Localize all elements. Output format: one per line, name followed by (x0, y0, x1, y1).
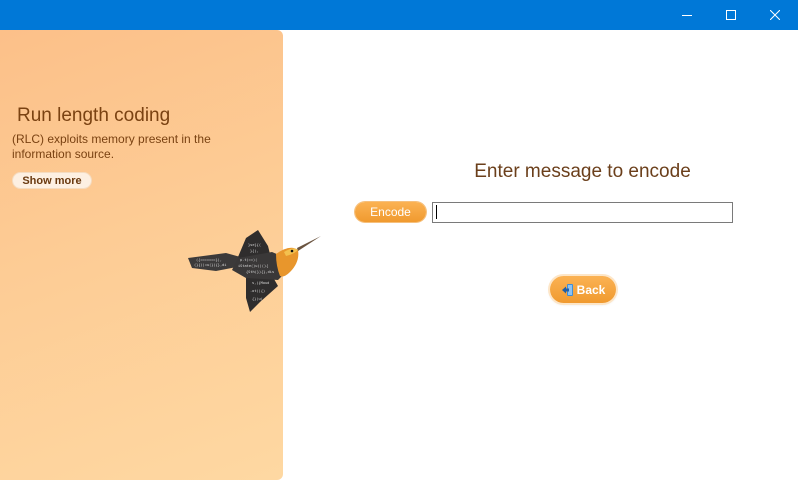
minimize-button[interactable] (664, 0, 710, 30)
hummingbird-illustration: ({=======}), (}{()=u(}){},di p.t(==)( iS… (188, 230, 321, 312)
svg-text:iState()u()(){: iState()u()(){ (238, 264, 268, 268)
back-label: Back (576, 282, 606, 297)
encode-button[interactable]: Encode (355, 202, 426, 222)
panel-description: (RLC) exploits memory present in the inf… (12, 132, 211, 161)
svg-text:p.t(==)(: p.t(==)( (240, 258, 257, 262)
maximize-button[interactable] (708, 0, 754, 30)
maximize-icon (726, 10, 736, 20)
svg-text:}se}{(: }se}{( (248, 243, 261, 247)
back-button[interactable]: Back (550, 276, 616, 303)
show-more-button[interactable]: Show more (12, 172, 92, 189)
close-button[interactable] (752, 0, 798, 30)
svg-text:s,){Moud: s,){Moud (252, 281, 269, 285)
svg-text:(}{()=u(}){},di: (}{()=u(}){},di (194, 263, 226, 267)
title-bar (0, 0, 798, 30)
svg-text:{Sth(}){},dis: {Sth(}){},dis (246, 270, 274, 274)
minimize-icon (682, 15, 692, 16)
form-heading: Enter message to encode (474, 161, 691, 182)
svg-text:({=======}),: ({=======}), (196, 258, 222, 262)
svg-text:.ot(){): .ot(){) (250, 289, 265, 293)
panel-title: Run length coding (17, 105, 171, 126)
message-input[interactable] (432, 202, 733, 223)
back-arrow-icon (561, 283, 573, 296)
text-caret (436, 205, 437, 219)
svg-text:}{),: }{), (250, 249, 259, 253)
svg-text:{}(u(: {}(u( (252, 297, 263, 301)
close-icon (770, 10, 780, 20)
